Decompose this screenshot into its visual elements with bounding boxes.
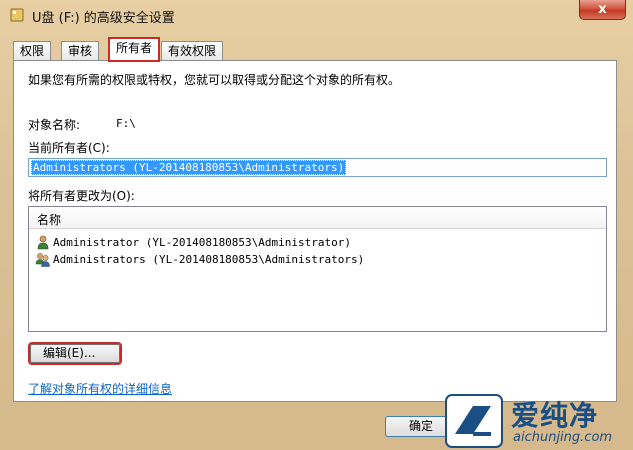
owner-name: Administrators (YL-201408180853\Administ…	[53, 252, 365, 266]
list-item[interactable]: Administrators (YL-201408180853\Administ…	[35, 251, 364, 267]
object-name-label: 对象名称:	[28, 118, 81, 132]
drive-icon	[10, 8, 24, 22]
current-owner-field[interactable]: Administrators (YL-201408180853\Administ…	[28, 158, 607, 177]
group-icon	[35, 253, 50, 267]
edit-button[interactable]: 编辑(E)...	[28, 342, 122, 365]
current-owner-value: Administrators (YL-201408180853\Administ…	[31, 160, 347, 175]
column-name: 名称	[37, 213, 62, 227]
tab-owner[interactable]: 所有者	[107, 37, 161, 62]
tab-auditing[interactable]: 审核	[61, 41, 100, 60]
tab-effective-permissions[interactable]: 有效权限	[161, 41, 224, 60]
window-title: U盘 (F:) 的高级安全设置	[32, 11, 175, 26]
watermark-brand: 爱纯净	[511, 399, 599, 432]
user-icon	[37, 235, 49, 250]
list-column-header[interactable]: 名称	[29, 207, 606, 229]
watermark: 爱纯净 aichunjing.com	[443, 392, 633, 450]
watermark-url: aichunjing.com	[513, 430, 613, 445]
advanced-security-dialog: U盘 (F:) 的高级安全设置 x 权限 审核 所有者 有效权限 如果您有所需的…	[0, 0, 633, 450]
intro-text: 如果您有所需的权限或特权，您就可以取得或分配这个对象的所有权。	[28, 73, 401, 87]
owner-name: Administrator (YL-201408180853\Administr…	[53, 235, 352, 249]
object-name-value: F:\	[116, 117, 136, 130]
tab-permissions[interactable]: 权限	[13, 41, 52, 60]
change-owner-label: 将所有者更改为(O):	[28, 189, 135, 203]
watermark-logo-icon	[445, 394, 503, 448]
learn-more-link[interactable]: 了解对象所有权的详细信息	[28, 380, 172, 397]
owner-listbox[interactable]: 名称 Administrator (YL-201408180853\Admini…	[28, 206, 607, 332]
title-bar[interactable]: U盘 (F:) 的高级安全设置 x	[0, 0, 633, 30]
close-icon: x	[598, 2, 607, 17]
close-button[interactable]: x	[579, 0, 626, 20]
list-item[interactable]: Administrator (YL-201408180853\Administr…	[35, 234, 351, 250]
current-owner-label: 当前所有者(C):	[28, 141, 110, 155]
